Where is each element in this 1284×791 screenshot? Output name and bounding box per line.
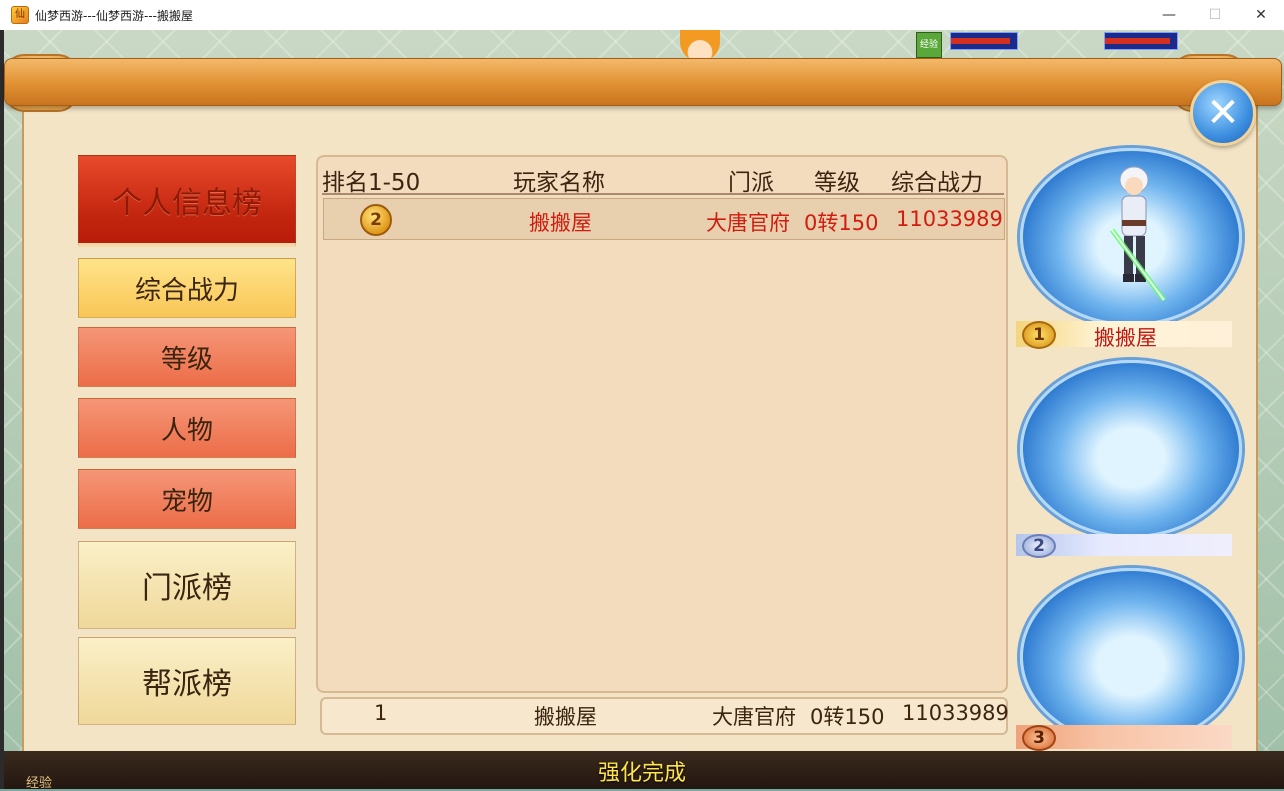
- app-icon: 仙: [11, 6, 29, 24]
- top-player-figure: [1109, 166, 1167, 302]
- panel-close-button[interactable]: ✕: [1190, 80, 1256, 146]
- window-title: 仙梦西游---仙梦西游---搬搬屋: [35, 8, 193, 23]
- my-rank: 1: [374, 701, 388, 725]
- my-power: 11033989: [902, 701, 1009, 725]
- podium-second-label: 2: [1016, 534, 1232, 558]
- subtab-pet[interactable]: 宠物: [78, 469, 296, 529]
- header-player-name: 玩家名称: [513, 170, 605, 196]
- window-close-button[interactable]: ✕: [1238, 0, 1284, 30]
- window-titlebar: 仙 仙梦西游---仙梦西游---搬搬屋 — ☐ ✕: [0, 0, 1284, 30]
- header-sect: 门派: [728, 170, 774, 196]
- hp-bar: [950, 32, 1018, 50]
- subtab-character[interactable]: 人物: [78, 398, 296, 458]
- table-header: 排名1-50 玩家名称 门派 等级 综合战力: [318, 157, 1006, 196]
- table-row[interactable]: 2 搬搬屋 大唐官府 0转150 11033989: [323, 198, 1005, 240]
- status-message: 强化完成: [597, 761, 686, 786]
- my-player-name: 搬搬屋: [534, 705, 597, 729]
- rank-badge-1: 1: [1022, 321, 1056, 349]
- my-sect: 大唐官府: [712, 705, 796, 729]
- pet-hp-bar: [1104, 32, 1178, 50]
- podium-third[interactable]: [1020, 568, 1242, 746]
- hud-buff-icon[interactable]: 经验: [916, 32, 942, 58]
- subtab-combined-power[interactable]: 综合战力: [78, 258, 296, 318]
- rank-medal-icon: 2: [360, 204, 392, 236]
- header-divider: [322, 193, 1004, 195]
- header-level: 等级: [814, 170, 860, 196]
- cell-sect: 大唐官府: [706, 211, 790, 235]
- header-rank: 排名1-50: [322, 170, 421, 196]
- cell-level: 0转150: [804, 211, 879, 235]
- subtab-level[interactable]: 等级: [78, 327, 296, 387]
- ranking-table: 排名1-50 玩家名称 门派 等级 综合战力 2 搬搬屋 大唐官府 0转150 …: [316, 155, 1008, 693]
- maximize-button[interactable]: ☐: [1192, 0, 1238, 30]
- podium-first-name: 搬搬屋: [1094, 326, 1157, 350]
- rank-badge-2: 2: [1022, 534, 1056, 558]
- podium-first-label: 1 搬搬屋: [1016, 321, 1232, 350]
- minimize-button[interactable]: —: [1146, 0, 1192, 30]
- exp-label: 经验: [26, 776, 53, 791]
- cell-player-name: 搬搬屋: [529, 211, 592, 235]
- my-rank-row: 1 搬搬屋 大唐官府 0转150 11033989: [320, 697, 1009, 735]
- tab-personal-ranking[interactable]: 个人信息榜: [78, 155, 296, 247]
- panel-scroll-header: [4, 58, 1282, 106]
- tab-sect-ranking[interactable]: 门派榜: [78, 541, 296, 629]
- cell-power: 11033989: [896, 207, 1003, 231]
- rank-badge-3: 3: [1022, 725, 1056, 751]
- podium-third-label: 3: [1016, 725, 1232, 751]
- tab-guild-ranking[interactable]: 帮派榜: [78, 637, 296, 725]
- window-controls: — ☐ ✕: [1146, 0, 1284, 30]
- my-level: 0转150: [810, 705, 885, 729]
- header-power: 综合战力: [891, 170, 983, 196]
- ranking-sidebar: 个人信息榜 综合战力 等级 人物 宠物 门派榜 帮派榜: [78, 155, 298, 735]
- podium-second[interactable]: [1020, 360, 1242, 538]
- close-icon: ✕: [1206, 90, 1240, 136]
